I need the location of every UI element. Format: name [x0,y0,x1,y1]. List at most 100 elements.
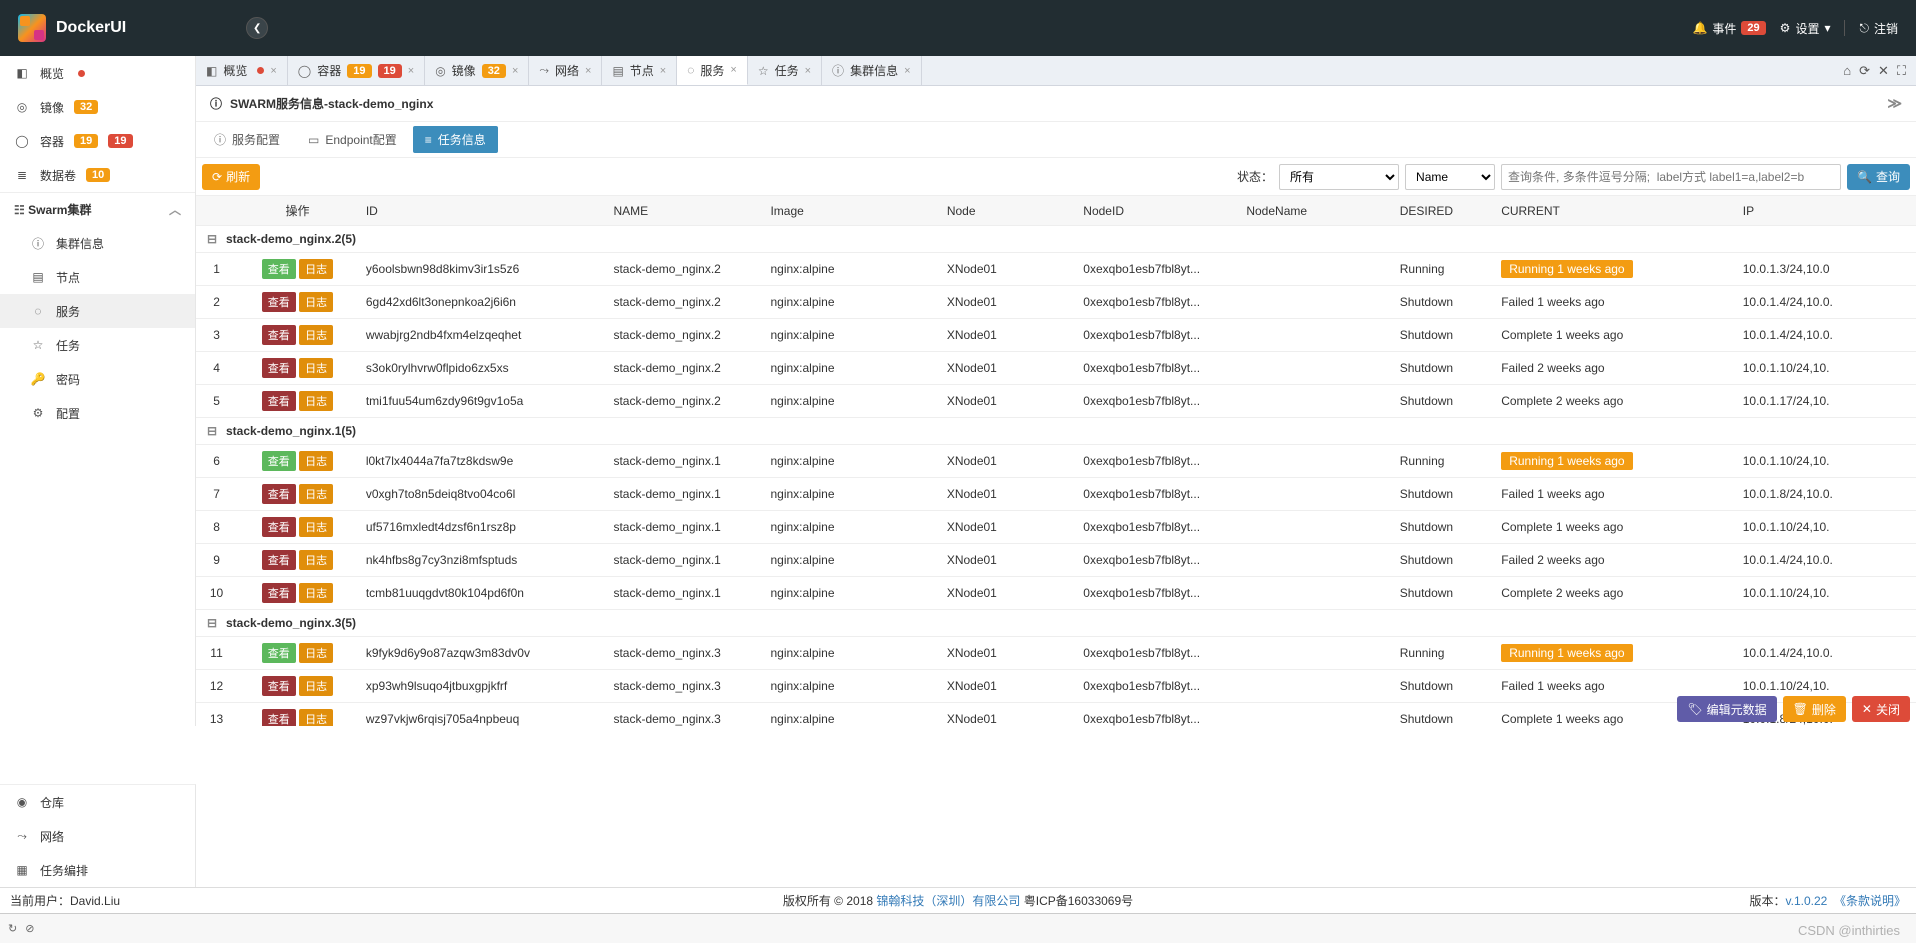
settings-dropdown[interactable]: ⚙ 设置 ▾ [1780,20,1831,37]
table-row[interactable]: 1 查看 日志 y6oolsbwn98d8kimv3ir1s5z6 stack-… [196,253,1916,286]
tab-概览[interactable]: ◧概览× [196,56,288,85]
log-button[interactable]: 日志 [299,709,333,726]
sidebar-item-配置[interactable]: ⚙配置 [0,396,195,430]
table-row[interactable]: 9 查看 日志 nk4hfbs8g7cy3nzi8mfsptuds stack-… [196,544,1916,577]
sidebar-item-概览[interactable]: ◧概览 [0,56,195,90]
close-icon[interactable]: × [585,65,591,77]
log-button[interactable]: 日志 [299,325,333,345]
column-header[interactable]: ID [358,196,606,226]
subtab-服务配置[interactable]: ⓘ服务配置 [202,126,292,153]
close-icon[interactable]: × [408,65,414,77]
table-row[interactable]: 6 查看 日志 l0kt7lx4044a7fa7tz8kdsw9e stack-… [196,445,1916,478]
table-row[interactable]: 2 查看 日志 6gd42xd6lt3onepnkoa2j6i6n stack-… [196,286,1916,319]
collapse-icon[interactable]: ⊟ [206,616,218,630]
view-button[interactable]: 查看 [262,709,296,726]
subtab-任务信息[interactable]: ≡任务信息 [413,126,498,153]
close-icon[interactable]: × [730,64,736,76]
table-row[interactable]: 8 查看 日志 uf5716mxledt4dzsf6n1rsz8p stack-… [196,511,1916,544]
sidebar-item-网络[interactable]: ⤳网络 [0,819,195,853]
table-row[interactable]: 12 查看 日志 xp93wh9lsuqo4jtbuxgpjkfrf stack… [196,670,1916,703]
sidebar-item-仓库[interactable]: ◉仓库 [0,785,195,819]
tab-集群信息[interactable]: ⓘ集群信息× [822,56,921,85]
company-link[interactable]: 锦翰科技（深圳）有限公司 [876,894,1020,908]
expand-panel-icon[interactable]: ≫ [1887,95,1902,112]
search-input[interactable] [1501,164,1841,190]
log-button[interactable]: 日志 [299,292,333,312]
sidebar-item-服务[interactable]: ◌服务 [0,294,195,328]
sidebar-item-密码[interactable]: 🔑密码 [0,362,195,396]
close-button[interactable]: ✕关闭 [1852,696,1910,722]
close-icon[interactable]: × [904,65,910,77]
view-button[interactable]: 查看 [262,550,296,570]
close-icon[interactable]: × [805,65,811,77]
events-button[interactable]: 🔔 事件 29 [1692,20,1765,37]
sidebar-toggle-button[interactable]: ❮ [246,17,268,39]
column-header[interactable]: 操作 [237,196,358,226]
subtab-Endpoint配置[interactable]: ▭Endpoint配置 [296,126,409,153]
log-button[interactable]: 日志 [299,643,333,663]
close-icon[interactable]: × [512,65,518,77]
sidebar-item-容器[interactable]: ◯容器1919 [0,124,195,158]
view-button[interactable]: 查看 [262,676,296,696]
close-icon[interactable]: × [660,65,666,77]
view-button[interactable]: 查看 [262,583,296,603]
status-select[interactable]: 所有 [1279,164,1399,190]
close-icon[interactable]: × [270,65,276,77]
view-button[interactable]: 查看 [262,517,296,537]
log-button[interactable]: 日志 [299,676,333,696]
view-button[interactable]: 查看 [262,484,296,504]
sidebar-item-数据卷[interactable]: ≣数据卷10 [0,158,195,192]
log-button[interactable]: 日志 [299,358,333,378]
home-icon[interactable]: ⌂ [1843,63,1851,78]
column-header[interactable]: Image [762,196,938,226]
collapse-icon[interactable]: ⊟ [206,232,218,246]
sidebar-item-任务编排[interactable]: ▦任务编排 [0,853,195,887]
table-wrap[interactable]: 操作IDNAMEImageNodeNodeIDNodeNameDESIREDCU… [196,196,1916,726]
fullscreen-icon[interactable]: ⛶ [1897,63,1906,79]
sidebar-section-swarm[interactable]: ☷ Swarm集群 ︿ [0,192,195,226]
sidebar-item-镜像[interactable]: ◎镜像32 [0,90,195,124]
delete-button[interactable]: 🗑删除 [1783,696,1846,722]
edit-metadata-button[interactable]: 🏷编辑元数据 [1677,696,1776,722]
devtools-stop-icon[interactable]: ⊘ [25,922,34,935]
refresh-tabs-icon[interactable]: ⟳ [1859,63,1870,79]
table-row[interactable]: 10 查看 日志 tcmb81uuqgdvt80k104pd6f0n stack… [196,577,1916,610]
column-header[interactable] [196,196,237,226]
column-header[interactable]: Node [939,196,1075,226]
table-row[interactable]: 4 查看 日志 s3ok0rylhvrw0flpido6zx5xs stack-… [196,352,1916,385]
column-header[interactable]: DESIRED [1392,196,1493,226]
log-button[interactable]: 日志 [299,550,333,570]
log-button[interactable]: 日志 [299,484,333,504]
sort-select[interactable]: Name [1405,164,1495,190]
table-row[interactable]: 3 查看 日志 wwabjrg2ndb4fxm4elzqeqhet stack-… [196,319,1916,352]
view-button[interactable]: 查看 [262,259,296,279]
column-header[interactable]: NodeID [1075,196,1238,226]
log-button[interactable]: 日志 [299,391,333,411]
table-row[interactable]: 13 查看 日志 wz97vkjw6rqisj705a4npbeuq stack… [196,703,1916,727]
collapse-icon[interactable]: ⊟ [206,424,218,438]
table-row[interactable]: 11 查看 日志 k9fyk9d6y9o87azqw3m83dv0v stack… [196,637,1916,670]
log-button[interactable]: 日志 [299,517,333,537]
view-button[interactable]: 查看 [262,451,296,471]
query-button[interactable]: 🔍 查询 [1847,164,1910,190]
group-row[interactable]: ⊟stack-demo_nginx.3(5) [196,610,1916,637]
logout-button[interactable]: ⎋ 注销 [1859,20,1898,37]
table-row[interactable]: 7 查看 日志 v0xgh7to8n5deiq8tvo04co6l stack-… [196,478,1916,511]
column-header[interactable]: NAME [605,196,762,226]
tab-网络[interactable]: ⤳网络× [529,56,602,85]
view-button[interactable]: 查看 [262,325,296,345]
tab-镜像[interactable]: ◎镜像32× [425,56,529,85]
sidebar-item-任务[interactable]: ☆任务 [0,328,195,362]
sidebar-item-集群信息[interactable]: ⓘ集群信息 [0,226,195,260]
view-button[interactable]: 查看 [262,643,296,663]
column-header[interactable]: CURRENT [1493,196,1735,226]
tab-任务[interactable]: ☆任务× [748,56,822,85]
column-header[interactable]: NodeName [1238,196,1391,226]
tab-服务[interactable]: ◌服务× [677,56,748,85]
log-button[interactable]: 日志 [299,583,333,603]
view-button[interactable]: 查看 [262,292,296,312]
devtools-reload-icon[interactable]: ↻ [8,922,17,935]
tab-节点[interactable]: ▤节点× [602,56,677,85]
group-row[interactable]: ⊟stack-demo_nginx.1(5) [196,418,1916,445]
refresh-button[interactable]: ⟳ 刷新 [202,164,260,190]
